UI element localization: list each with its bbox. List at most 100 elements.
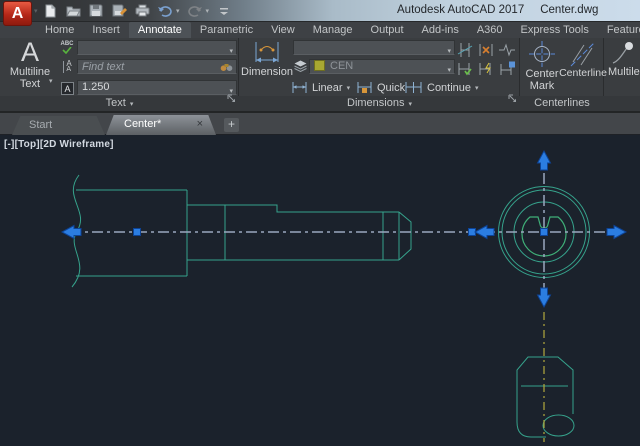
application-menu-button[interactable]: A <box>3 1 32 26</box>
file-tab-center[interactable]: Center* × <box>106 115 216 135</box>
open-file-button[interactable] <box>65 3 81 18</box>
linear-dimension-icon <box>291 81 308 94</box>
reassociate-dimension-button[interactable] <box>497 60 517 77</box>
dimension-style-dropdown[interactable]: ▾ <box>293 40 455 55</box>
undo-button[interactable] <box>157 3 173 18</box>
window-title: Autodesk AutoCAD 2017Center.dwg <box>397 4 598 16</box>
linear-label: Linear <box>312 82 343 94</box>
text-scale-icon: A A <box>63 61 71 73</box>
centerline-button[interactable]: Centerline <box>562 41 604 79</box>
multileader-button[interactable]: Multileader <box>608 40 640 78</box>
launcher-arrow-icon <box>227 94 236 103</box>
centerlines-panel-label[interactable]: Centerlines <box>520 96 604 111</box>
dimensions-panel-label[interactable]: Dimensions▾ <box>239 96 520 111</box>
inspect-dimension-button[interactable] <box>455 60 475 77</box>
dimension-layer-dropdown[interactable]: CEN ▾ <box>309 59 455 74</box>
new-file-button[interactable] <box>42 3 58 18</box>
adjust-space-icon <box>477 42 495 58</box>
tab-annotate[interactable]: Annotate <box>129 22 191 38</box>
save-as-button[interactable] <box>111 3 127 18</box>
text-height-combo[interactable]: 1.250 ▾ <box>77 80 237 95</box>
layer-color-swatch <box>314 60 325 71</box>
quick-dimension-button[interactable]: Quick <box>356 81 405 94</box>
customize-qat-button[interactable] <box>216 3 232 18</box>
redo-dropdown-caret-icon[interactable]: ▾ <box>206 7 210 15</box>
panel-centerlines: Center Mark Centerline Centerlines <box>520 38 604 111</box>
tab-parametric[interactable]: Parametric <box>191 22 262 38</box>
center-grip[interactable] <box>541 229 548 236</box>
arrow-grip-bottom[interactable] <box>538 288 551 307</box>
close-tab-icon[interactable]: × <box>197 115 203 133</box>
selection-grips[interactable] <box>62 151 626 307</box>
multileader-label: Multileader <box>608 66 640 78</box>
update-dimension-button[interactable] <box>476 60 496 77</box>
drawing-canvas[interactable]: [-][Top][2D Wireframe] <box>0 135 640 446</box>
dimension-button[interactable]: Dimension <box>242 40 292 78</box>
layer-name: CEN <box>330 60 353 72</box>
dimensions-panel-caret-icon: ▾ <box>408 101 412 108</box>
tab-insert[interactable]: Insert <box>83 22 129 38</box>
find-text-input[interactable] <box>82 60 232 73</box>
multiline-text-caret-icon[interactable]: ▾ <box>49 77 53 85</box>
tab-a360[interactable]: A360 <box>468 22 512 38</box>
adjust-space-button[interactable] <box>476 41 496 58</box>
undo-dropdown-caret-icon[interactable]: ▾ <box>176 7 180 15</box>
file-tab-start[interactable]: Start <box>12 116 105 135</box>
bottom-detail-view[interactable] <box>517 357 574 437</box>
title-bar: ▾ ▾ Autodesk AutoCAD 2017Center.dwg <box>0 0 640 22</box>
continue-dimension-icon <box>404 81 423 94</box>
check-spelling-icon: ABC <box>61 42 74 54</box>
open-folder-icon <box>66 4 81 17</box>
panel-leaders: Multileader <box>604 38 640 111</box>
selected-centerlines[interactable] <box>70 173 608 293</box>
dimension-layer-button[interactable] <box>293 59 307 73</box>
save-button[interactable] <box>88 3 104 18</box>
text-height-value: 1.250 <box>82 81 110 93</box>
text-height-button[interactable]: A <box>60 81 75 96</box>
multileader-icon <box>610 40 636 66</box>
centerline-label: Centerline <box>559 67 607 79</box>
arrow-grip-circle-left[interactable] <box>475 226 494 239</box>
check-spelling-button[interactable]: ABC <box>59 40 75 56</box>
tab-featured-apps[interactable]: Featured Apps <box>598 22 640 38</box>
multiline-text-label-2: Text <box>20 78 40 90</box>
application-menu-caret-icon[interactable]: ▾ <box>34 7 38 15</box>
dimensions-panel-launcher[interactable] <box>508 90 517 108</box>
arrow-grip-left[interactable] <box>62 226 81 239</box>
redo-button[interactable] <box>187 3 203 18</box>
tab-manage[interactable]: Manage <box>304 22 362 38</box>
text-style-caret-icon: ▾ <box>229 45 233 58</box>
arrow-grip-circle-right[interactable] <box>607 226 626 239</box>
shaft-side-view[interactable] <box>72 175 411 287</box>
center-mark-button[interactable]: Center Mark <box>522 40 562 92</box>
launcher-arrow-icon <box>508 94 517 103</box>
center-mark-label-1: Center <box>525 68 558 80</box>
text-scale-button[interactable]: A A <box>60 59 75 75</box>
reassociate-dimension-icon <box>498 61 516 77</box>
customize-toolbar-icon <box>219 6 229 16</box>
text-panel-label[interactable]: Text▾ <box>0 96 239 111</box>
undo-icon <box>157 4 173 17</box>
tab-express-tools[interactable]: Express Tools <box>512 22 598 38</box>
plot-button[interactable] <box>134 3 150 18</box>
continue-dimension-button[interactable]: Continue ▾ <box>404 81 479 94</box>
tab-add-ins[interactable]: Add-ins <box>413 22 468 38</box>
layer-caret-icon: ▾ <box>447 64 451 77</box>
tab-view[interactable]: View <box>262 22 304 38</box>
linear-dimension-button[interactable]: Linear ▾ <box>291 81 350 94</box>
multiline-text-icon: A <box>21 39 39 66</box>
arrow-grip-top[interactable] <box>538 151 551 170</box>
dimension-break-button[interactable] <box>455 41 475 58</box>
find-text-field[interactable] <box>77 59 237 74</box>
model-space-drawing[interactable] <box>0 135 640 446</box>
tab-home[interactable]: Home <box>36 22 83 38</box>
tab-output[interactable]: Output <box>362 22 413 38</box>
save-icon <box>89 4 103 17</box>
inspect-dimension-icon <box>456 61 474 77</box>
text-panel-launcher[interactable] <box>227 90 236 108</box>
find-binoculars-icon[interactable] <box>220 62 233 72</box>
new-drawing-tab-button[interactable]: + <box>224 118 239 132</box>
text-style-dropdown[interactable]: ▾ <box>77 40 237 55</box>
jog-line-button[interactable] <box>497 41 517 58</box>
square-grip[interactable] <box>134 229 141 236</box>
